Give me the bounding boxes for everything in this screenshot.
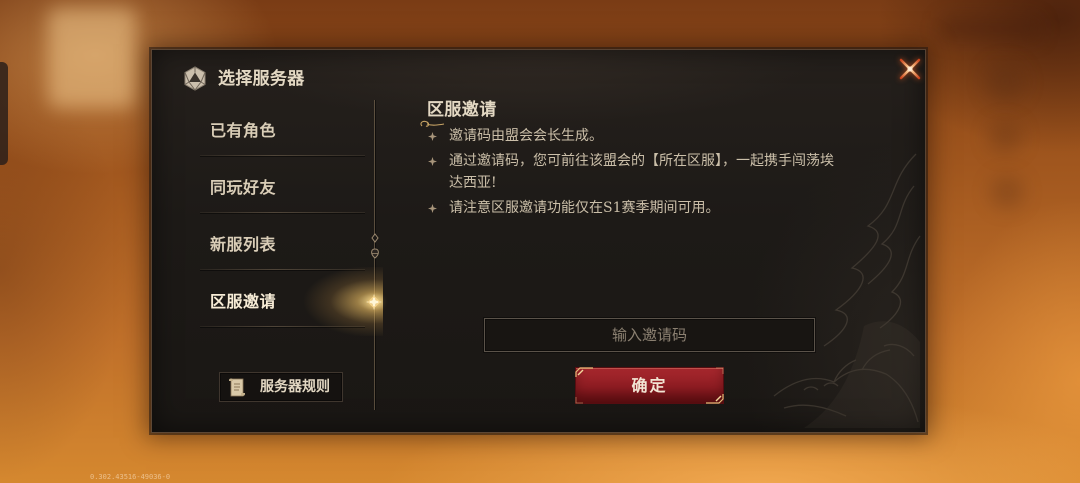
sidebar-item-label: 同玩好友 <box>210 178 277 197</box>
sidebar-item-friends[interactable]: 同玩好友 <box>197 159 377 216</box>
background-edge-tab <box>0 62 8 165</box>
background-blur-bar <box>940 18 1040 40</box>
d20-dice-icon <box>184 66 206 91</box>
confirm-button-label: 确定 <box>631 376 668 395</box>
list-item-text: 邀请码由盟会会长生成。 <box>449 128 603 144</box>
background-blur-icon <box>985 62 1025 102</box>
sidebar-item-label: 新服列表 <box>210 235 277 254</box>
four-point-star-icon <box>428 131 437 141</box>
sidebar-item-server-invite[interactable]: 区服邀请 <box>197 267 383 336</box>
close-icon[interactable] <box>897 56 923 82</box>
confirm-button[interactable]: 确定 <box>575 367 724 404</box>
sparkle-diamond-icon <box>366 294 382 310</box>
background-blur-patch <box>48 8 136 108</box>
dragon-artwork <box>773 153 921 428</box>
four-point-star-icon <box>428 203 437 213</box>
scroll-icon <box>229 378 245 397</box>
sidebar-item-label: 区服邀请 <box>210 292 277 311</box>
background-blur-icon <box>988 120 1022 154</box>
list-item: 邀请码由盟会会长生成。 <box>428 125 898 147</box>
background-blur-icon <box>990 175 1024 209</box>
sidebar-item-existing-characters[interactable]: 已有角色 <box>197 102 377 159</box>
server-select-dialog: 选择服务器 已有角色 同玩好友 新服列表 区服邀请 服务器规则 区服邀请 邀请码… <box>152 50 925 432</box>
four-point-star-icon <box>428 156 437 166</box>
sidebar-item-new-servers[interactable]: 新服列表 <box>197 216 377 273</box>
dialog-title: 选择服务器 <box>218 69 305 89</box>
version-text: 0.302.43516-49036-0 <box>90 473 171 481</box>
sidebar-item-label: 已有角色 <box>210 121 277 140</box>
server-rules-button[interactable]: 服务器规则 <box>219 372 343 402</box>
close-button[interactable] <box>897 56 923 82</box>
server-rules-label: 服务器规则 <box>260 379 330 395</box>
